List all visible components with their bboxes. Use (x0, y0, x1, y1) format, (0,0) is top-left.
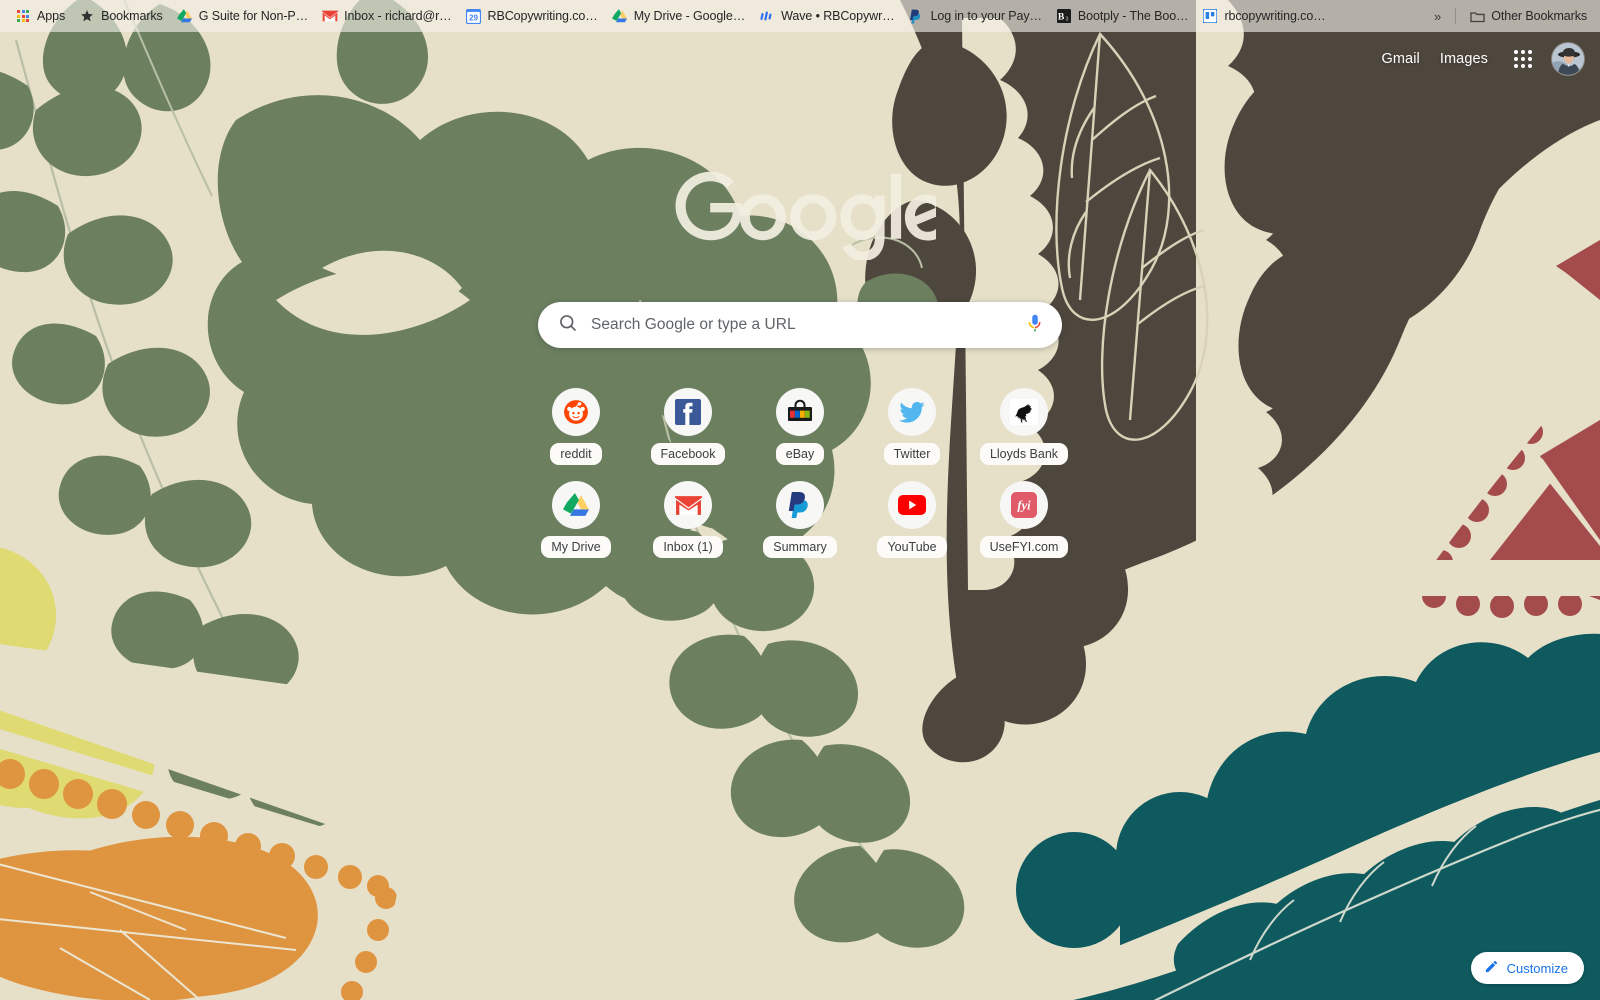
svg-text:29: 29 (469, 13, 478, 22)
shortcut-title: eBay (775, 443, 825, 465)
bookmark-label: rbcopywriting.co… (1224, 9, 1326, 23)
shortcut-title: Inbox (1) (653, 536, 723, 558)
bookmark-label: G Suite for Non-P… (198, 9, 309, 23)
svg-text:fyi: fyi (1017, 499, 1031, 513)
images-link[interactable]: Images (1430, 45, 1498, 73)
divider (1455, 8, 1457, 24)
shortcut-tile[interactable]: Twitter (856, 388, 968, 465)
wave-icon (759, 8, 775, 24)
bookmark-label: Inbox - richard@r… (344, 9, 452, 23)
customize-button[interactable]: Customize (1470, 952, 1584, 984)
shortcut-tile[interactable]: Lloyds Bank (968, 388, 1080, 465)
search-icon (558, 313, 578, 338)
folder-icon (1469, 8, 1485, 24)
star-icon (79, 8, 95, 24)
other-bookmarks-button[interactable]: Other Bookmarks (1462, 5, 1594, 27)
bookmark-inbox[interactable]: Inbox - richard@r… (315, 5, 458, 27)
ebay-icon (776, 388, 824, 436)
google-calendar-29-icon: 29 (466, 8, 482, 24)
google-apps-grid-icon[interactable] (1506, 42, 1540, 76)
bookmark-label: Log in to your Pay… (930, 9, 1042, 23)
bookmark-label: Wave • RBCopywr… (781, 9, 895, 23)
paypal-icon (909, 8, 925, 24)
twitter-icon (888, 388, 936, 436)
main-content: Search Google or type a URL reddit Faceb… (0, 0, 1600, 574)
bookmark-label: RBCopywriting.co… (487, 9, 598, 23)
trello-icon (1202, 8, 1218, 24)
bookmark-rbcopywriting-calendar[interactable]: 29 RBCopywriting.co… (459, 5, 605, 27)
shortcut-title: reddit (550, 443, 602, 465)
bookmark-label: Bookmarks (101, 9, 163, 23)
search-box[interactable]: Search Google or type a URL (538, 302, 1062, 348)
shortcut-tile[interactable]: reddit (520, 388, 632, 465)
bookmark-wave[interactable]: Wave • RBCopywr… (752, 5, 901, 27)
gmail-icon (664, 481, 712, 529)
bookmark-rbcopywriting-trello[interactable]: rbcopywriting.co… (1195, 5, 1332, 27)
google-logo (675, 171, 936, 260)
avatar[interactable] (1552, 43, 1584, 75)
shortcut-title: My Drive (541, 536, 611, 558)
shortcut-tile[interactable]: Inbox (1) (632, 481, 744, 558)
svg-text:B: B (1058, 12, 1065, 23)
shortcut-tile[interactable]: eBay (744, 388, 856, 465)
bootply-icon: B 3 (1056, 8, 1072, 24)
gmail-icon (322, 8, 339, 24)
shortcut-tile[interactable]: Summary (744, 481, 856, 558)
paypal-icon (776, 481, 824, 529)
svg-text:3: 3 (1065, 17, 1068, 23)
bookmarks-overflow-button[interactable]: » (1426, 9, 1449, 24)
shortcut-tile[interactable]: My Drive (520, 481, 632, 558)
google-drive-icon (177, 8, 193, 24)
bookmark-bookmarks[interactable]: Bookmarks (72, 5, 170, 27)
bookmark-label: Apps (37, 9, 66, 23)
shortcut-title: YouTube (877, 536, 947, 558)
grid-dots (1514, 50, 1532, 68)
gmail-link[interactable]: Gmail (1371, 45, 1429, 73)
shortcut-tile[interactable]: YouTube (856, 481, 968, 558)
shortcut-title: UseFYI.com (979, 536, 1069, 558)
bookmark-label: My Drive - Google… (633, 9, 746, 23)
shortcut-tiles: reddit Facebook eBay Twitter Lloyds Bank… (520, 388, 1080, 574)
shortcut-title: Lloyds Bank (979, 443, 1069, 465)
new-tab-page: Apps Bookmarks G Suite for Non-P… Inbox … (0, 0, 1600, 1000)
bookmark-my-drive[interactable]: My Drive - Google… (605, 5, 752, 27)
shortcut-title: Twitter (883, 443, 941, 465)
top-right-nav: Gmail Images (1371, 42, 1584, 76)
bookmark-label: Bootply - The Boo… (1077, 9, 1189, 23)
search-input[interactable]: Search Google or type a URL (591, 316, 1024, 334)
bookmark-apps[interactable]: Apps (8, 5, 72, 27)
pencil-icon (1484, 959, 1499, 977)
shortcut-tile[interactable]: fyi UseFYI.com (968, 481, 1080, 558)
facebook-icon (664, 388, 712, 436)
lloyds-horse-icon (1000, 388, 1048, 436)
fyi-icon: fyi (1000, 481, 1048, 529)
bookmark-bootply[interactable]: B 3 Bootply - The Boo… (1049, 5, 1196, 27)
microphone-icon[interactable] (1024, 312, 1046, 339)
reddit-icon (552, 388, 600, 436)
shortcut-title: Facebook (650, 443, 726, 465)
other-bookmarks-label: Other Bookmarks (1491, 9, 1587, 23)
bookmarks-overflow-area: » Other Bookmarks (1426, 5, 1594, 27)
apps-grid-icon (15, 8, 31, 24)
bookmarks-bar: Apps Bookmarks G Suite for Non-P… Inbox … (0, 0, 1600, 32)
bookmark-paypal[interactable]: Log in to your Pay… (902, 5, 1049, 27)
shortcut-title: Summary (763, 536, 837, 558)
customize-label: Customize (1506, 960, 1568, 976)
google-drive-icon (612, 8, 628, 24)
google-drive-icon (552, 481, 600, 529)
bookmark-gsuite[interactable]: G Suite for Non-P… (170, 5, 315, 27)
shortcut-tile[interactable]: Facebook (632, 388, 744, 465)
youtube-icon (888, 481, 936, 529)
